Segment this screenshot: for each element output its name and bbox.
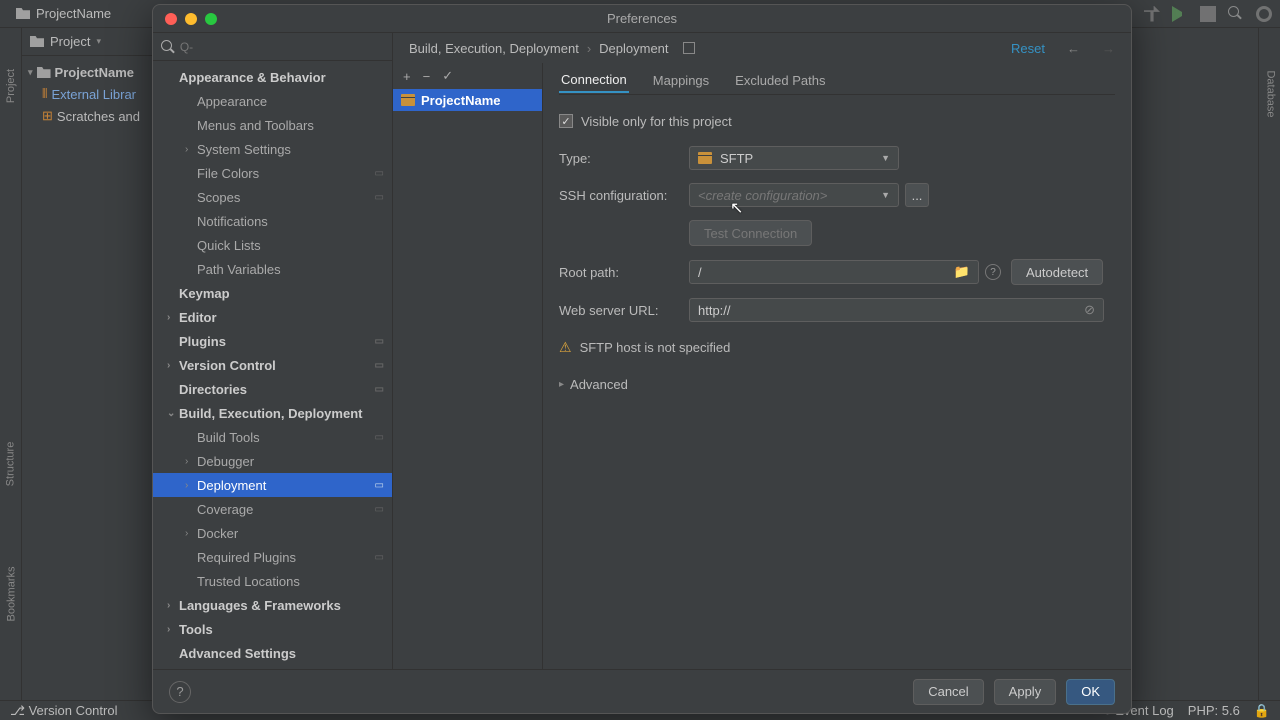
warning-text: SFTP host is not specified <box>580 340 731 355</box>
breadcrumb[interactable]: Build, Execution, Deployment <box>409 41 579 56</box>
root-path-label: Root path: <box>559 265 689 280</box>
sidebar-item[interactable]: Trusted Locations <box>153 569 392 593</box>
forward-button: → <box>1102 41 1115 56</box>
status-php[interactable]: PHP: 5.6 <box>1188 703 1240 719</box>
web-url-input[interactable]: http:// ⊘ <box>689 298 1104 322</box>
deployment-servers-list: + − ✓ ProjectName <box>393 63 543 669</box>
sidebar-item[interactable]: ›Tools <box>153 617 392 641</box>
sidebar-item[interactable]: ›System Settings <box>153 137 392 161</box>
sidebar-item[interactable]: ›Docker <box>153 521 392 545</box>
sidebar-item[interactable]: Appearance & Behavior <box>153 65 392 89</box>
sidebar-item[interactable]: Keymap <box>153 281 392 305</box>
sidebar-item[interactable]: Build Tools▭ <box>153 425 392 449</box>
sidebar-item[interactable]: Required Plugins▭ <box>153 545 392 569</box>
tab-mappings[interactable]: Mappings <box>651 69 711 92</box>
tree-ext-lib[interactable]: ⫴ External Librar <box>22 83 157 105</box>
sidebar-item[interactable]: ⌄Build, Execution, Deployment <box>153 401 392 425</box>
sidebar-item[interactable]: ›Deployment▭ <box>153 473 392 497</box>
sidebar-item[interactable]: Quick Lists <box>153 233 392 257</box>
open-url-icon[interactable]: ⊘ <box>1084 302 1095 318</box>
sidebar-item[interactable]: ›Editor <box>153 305 392 329</box>
reset-button[interactable]: Reset <box>1011 41 1045 56</box>
visible-only-checkbox[interactable]: ✓ <box>559 114 573 128</box>
rail-structure[interactable]: Structure <box>4 442 16 487</box>
dialog-title: Preferences <box>153 11 1131 26</box>
sidebar-item[interactable]: Menus and Toolbars <box>153 113 392 137</box>
settings-icon[interactable] <box>1256 6 1272 22</box>
sidebar-item[interactable]: Advanced Settings <box>153 641 392 665</box>
root-path-input[interactable]: / 📁 <box>689 260 979 284</box>
tab-excluded-paths[interactable]: Excluded Paths <box>733 69 827 92</box>
advanced-toggle[interactable]: ▸ Advanced <box>559 377 628 392</box>
type-label: Type: <box>559 151 689 166</box>
server-list-item[interactable]: ProjectName <box>393 89 542 111</box>
warning-icon: ⚠ <box>559 339 572 356</box>
settings-sidebar: Appearance & BehaviorAppearanceMenus and… <box>153 33 393 669</box>
help-button[interactable]: ? <box>169 681 191 703</box>
sidebar-item[interactable]: ›Version Control▭ <box>153 353 392 377</box>
info-icon[interactable]: ? <box>985 264 1001 280</box>
chevron-right-icon: ▸ <box>559 379 564 390</box>
sftp-icon <box>698 152 712 164</box>
type-select[interactable]: SFTP▼ <box>689 146 899 170</box>
ssh-config-browse-button[interactable]: ... <box>905 183 929 207</box>
breadcrumb[interactable]: Deployment <box>599 41 668 56</box>
run-icon[interactable] <box>1172 6 1188 22</box>
server-name-label: ProjectName <box>421 93 500 108</box>
status-lock-icon[interactable]: 🔒 <box>1254 703 1270 719</box>
rail-project[interactable]: Project <box>5 69 17 103</box>
build-icon[interactable] <box>1144 6 1160 22</box>
project-name: ProjectName <box>36 6 111 21</box>
sidebar-item[interactable]: Scopes▭ <box>153 185 392 209</box>
tab-connection[interactable]: Connection <box>559 68 629 93</box>
left-tool-rail: Project Structure Bookmarks <box>0 28 22 700</box>
folder-icon <box>16 8 30 19</box>
sidebar-item[interactable]: Appearance <box>153 89 392 113</box>
chevron-right-icon: › <box>587 41 591 56</box>
project-view-label[interactable]: Project <box>50 34 90 49</box>
status-vc[interactable]: ⎇ Version Control <box>10 703 117 719</box>
test-connection-button[interactable]: Test Connection <box>689 220 812 246</box>
sidebar-item[interactable]: Directories▭ <box>153 377 392 401</box>
tree-root[interactable]: ▾ ProjectName <box>22 62 157 83</box>
ssh-config-label: SSH configuration: <box>559 188 689 203</box>
mark-default-button[interactable]: ✓ <box>442 68 453 84</box>
autodetect-button[interactable]: Autodetect <box>1011 259 1103 285</box>
sidebar-item[interactable]: Notifications <box>153 209 392 233</box>
sidebar-item[interactable]: File Colors▭ <box>153 161 392 185</box>
search-icon <box>161 40 174 54</box>
project-panel: Project ▾ ▾ ProjectName ⫴ External Libra… <box>22 28 157 700</box>
cancel-button[interactable]: Cancel <box>913 679 983 705</box>
back-button[interactable]: ← <box>1067 41 1080 56</box>
settings-search-input[interactable] <box>180 40 384 54</box>
ssh-config-select[interactable]: <create configuration>▼ <box>689 183 899 207</box>
sidebar-item[interactable]: Path Variables <box>153 257 392 281</box>
ok-button[interactable]: OK <box>1066 679 1115 705</box>
stop-icon[interactable] <box>1200 6 1216 22</box>
preferences-dialog: Preferences Appearance & BehaviorAppeara… <box>152 4 1132 714</box>
web-url-label: Web server URL: <box>559 303 689 318</box>
sidebar-item[interactable]: ›Languages & Frameworks <box>153 593 392 617</box>
right-tool-rail: Database <box>1258 28 1280 700</box>
web-server-icon <box>401 94 415 106</box>
scope-icon <box>683 42 695 54</box>
apply-button[interactable]: Apply <box>994 679 1057 705</box>
rail-database[interactable]: Database <box>1265 70 1277 117</box>
search-icon[interactable] <box>1228 6 1244 22</box>
folder-icon <box>30 36 44 47</box>
rail-bookmarks[interactable]: Bookmarks <box>6 566 18 621</box>
sidebar-item[interactable]: ›Debugger <box>153 449 392 473</box>
folder-browse-icon[interactable]: 📁 <box>954 264 970 280</box>
sidebar-item[interactable]: Plugins▭ <box>153 329 392 353</box>
add-server-button[interactable]: + <box>403 69 411 84</box>
remove-server-button[interactable]: − <box>423 69 431 84</box>
sidebar-item[interactable]: Coverage▭ <box>153 497 392 521</box>
visible-only-label: Visible only for this project <box>581 114 732 129</box>
tree-scratches[interactable]: ⊞ Scratches and <box>22 105 157 127</box>
